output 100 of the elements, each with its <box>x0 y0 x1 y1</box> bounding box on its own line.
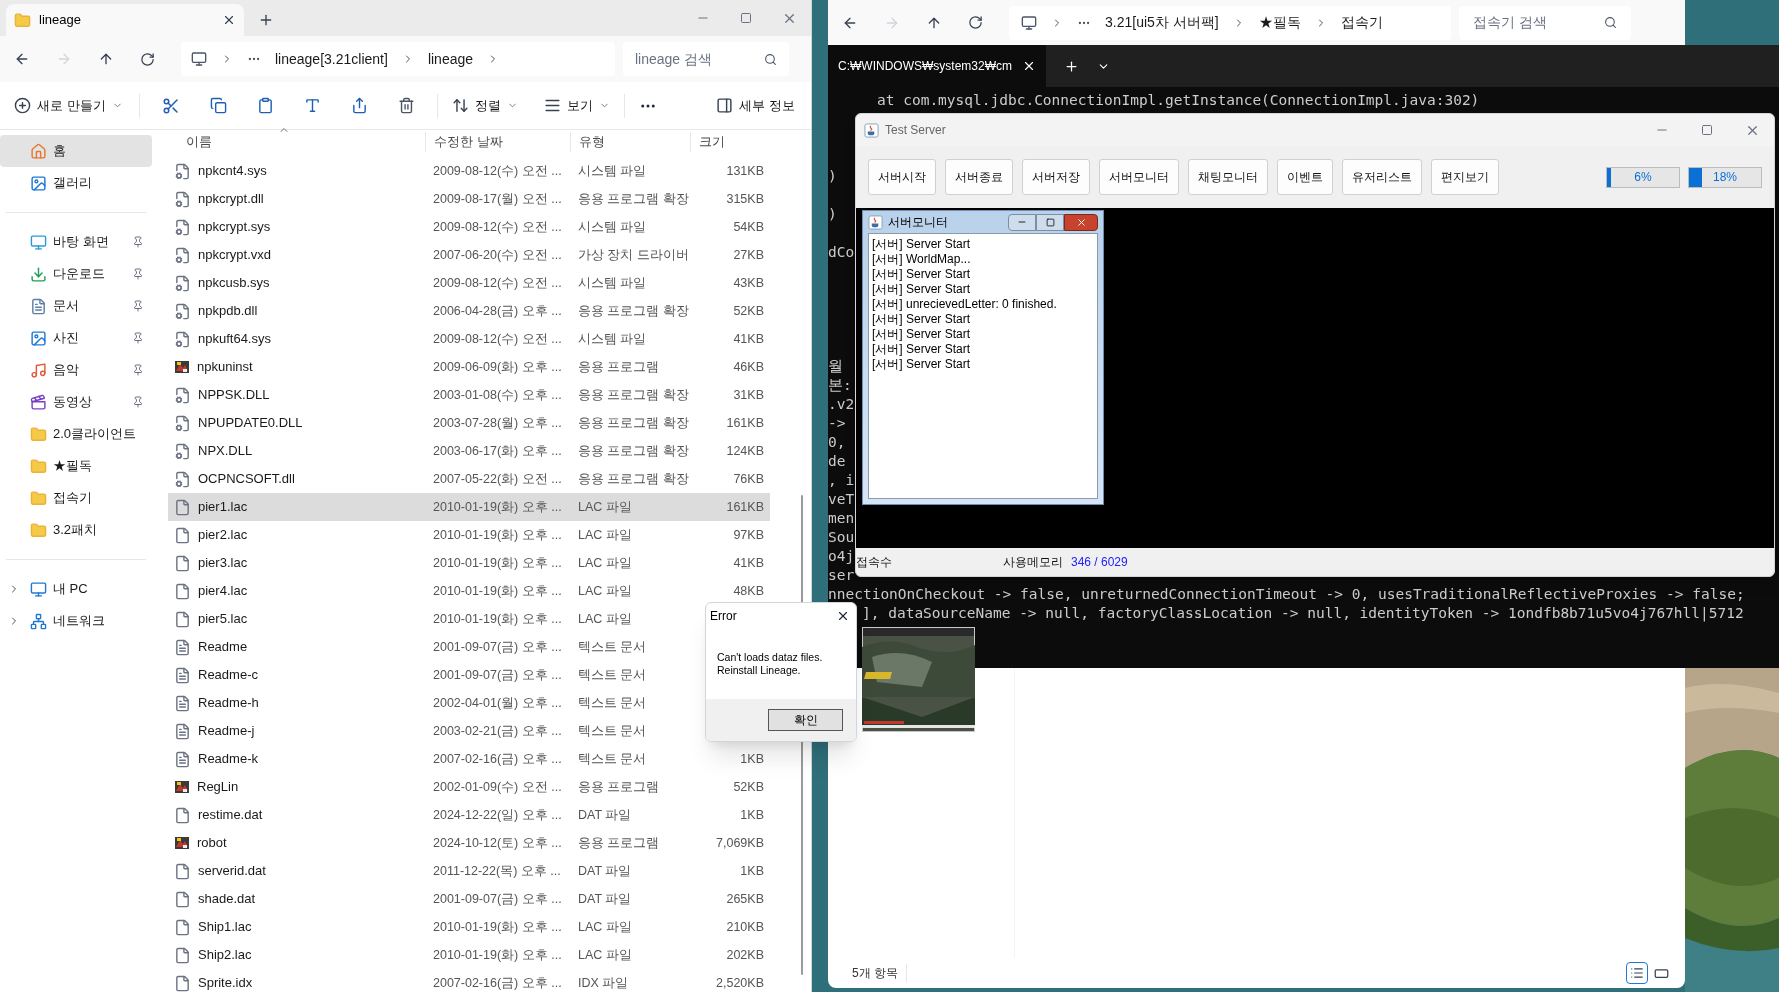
breadcrumb[interactable]: 접속기 <box>1340 12 1383 33</box>
details-button[interactable]: 세부 정보 <box>716 95 795 116</box>
file-size: 52KB <box>733 302 764 320</box>
search-field[interactable]: 접속기 검색 <box>1459 5 1631 40</box>
sidebar-item[interactable]: 접속기 <box>0 482 152 514</box>
file-row[interactable]: serverid.dat 2011-12-22(목) 오후 ... DAT 파일 <box>168 857 690 885</box>
column-header[interactable]: 수정한 날짜 <box>425 132 570 152</box>
view-button[interactable]: 보기 <box>543 95 610 116</box>
file-row[interactable]: npkpdb.dll 2006-04-28(금) 오후 ... 응용 프로그램 확장 <box>168 297 690 325</box>
server-button[interactable]: 유저리스트 <box>1342 159 1422 195</box>
file-row[interactable]: pier2.lac 2010-01-19(화) 오후 ... LAC 파일 <box>168 521 690 549</box>
close-icon[interactable] <box>1022 59 1036 73</box>
column-header[interactable]: 유형 <box>570 132 690 152</box>
sidebar-item[interactable]: 2.0클라이언트 <box>0 418 152 450</box>
sidebar-item[interactable]: 갤러리 <box>0 167 152 199</box>
file-date: 2006-04-28(금) 오후 ... <box>432 302 563 320</box>
new-tab-icon[interactable] <box>1064 58 1079 74</box>
ok-button[interactable]: 확인 <box>768 709 843 731</box>
file-row[interactable]: NPPSK.DLL 2003-01-08(수) 오후 ... 응용 프로그램 확장 <box>168 381 690 409</box>
file-row[interactable]: npkcrypt.dll 2009-08-17(월) 오전 ... 응용 프로그램 확장 <box>168 185 690 213</box>
file-row[interactable]: OCPNCSOFT.dll 2007-05-22(화) 오전 ... 응용 프로그램 확장 <box>168 465 690 493</box>
file-row[interactable]: pier5.lac 2010-01-19(화) 오후 ... LAC 파일 <box>168 605 690 633</box>
server-button[interactable]: 편지보기 <box>1431 159 1499 195</box>
maximize-icon[interactable] <box>1701 124 1713 136</box>
sidebar-item[interactable]: 바탕 화면 <box>0 226 152 258</box>
file-row[interactable]: npkcrypt.vxd 2007-06-20(수) 오전 ... 가상 장치 드라이버 <box>168 241 690 269</box>
computer-icon <box>1021 14 1037 31</box>
file-row[interactable]: npkuft64.sys 2009-08-12(수) 오전 ... 시스템 파일 <box>168 325 690 353</box>
file-row[interactable]: Readme-h 2002-04-01(월) 오후 ... 텍스트 문서 <box>168 689 690 717</box>
sidebar-item[interactable]: 음악 <box>0 354 152 386</box>
cut-icon[interactable] <box>161 96 180 115</box>
file-row[interactable]: NPX.DLL 2003-06-17(화) 오후 ... 응용 프로그램 확장 <box>168 437 690 465</box>
new-button[interactable]: 새로 만들기 <box>12 95 125 116</box>
sidebar-item[interactable]: 문서 <box>0 290 152 322</box>
file-row[interactable]: NPUPDATE0.DLL 2003-07-28(월) 오후 ... 응용 프로그램 확장 <box>168 409 690 437</box>
file-row[interactable]: npkcrypt.sys 2009-08-12(수) 오전 ... 시스템 파일 <box>168 213 690 241</box>
column-header[interactable]: 이름 <box>168 132 425 152</box>
breadcrumb[interactable]: lineage[3.21client] <box>275 48 388 70</box>
sidebar-item[interactable]: 다운로드 <box>0 258 152 290</box>
sidebar-item[interactable]: 홈 <box>0 135 152 167</box>
sidebar-item[interactable]: 네트워크 <box>0 605 152 637</box>
breadcrumb[interactable]: lineage <box>427 48 474 70</box>
sidebar-item[interactable]: 사진 <box>0 322 152 354</box>
server-button[interactable]: 서버종료 <box>945 159 1013 195</box>
close-icon[interactable] <box>836 609 850 623</box>
sort-button[interactable]: 정렬 <box>451 95 518 116</box>
file-name: Readme <box>198 638 248 657</box>
refresh-icon[interactable] <box>140 51 155 67</box>
refresh-icon[interactable] <box>968 15 983 30</box>
file-row[interactable]: Readme 2001-09-07(금) 오후 ... 텍스트 문서 <box>168 633 690 661</box>
file-row[interactable]: Readme-k 2007-02-16(금) 오후 ... 텍스트 문서 <box>168 745 690 773</box>
file-row[interactable]: Ship2.lac 2010-01-19(화) 오후 ... LAC 파일 <box>168 941 690 969</box>
file-row[interactable]: pier1.lac 2010-01-19(화) 오후 ... LAC 파일 <box>168 493 690 521</box>
column-header[interactable]: 크기 <box>690 132 770 152</box>
trash-icon[interactable] <box>397 97 415 114</box>
explorer-tab[interactable]: lineage <box>6 4 244 36</box>
maximize-icon[interactable] <box>740 12 752 24</box>
sidebar-item[interactable]: 동영상 <box>0 386 152 418</box>
minimize-button[interactable] <box>1008 213 1036 231</box>
terminal-tab[interactable]: C:₩WINDOWS₩system32₩cm <box>828 45 1046 87</box>
back-icon[interactable] <box>14 51 30 67</box>
server-button[interactable]: 서버저장 <box>1022 159 1090 195</box>
file-row[interactable]: shade.dat 2001-09-07(금) 오후 ... DAT 파일 <box>168 885 690 913</box>
file-row[interactable]: npkuninst 2009-06-09(화) 오후 ... 응용 프로그램 <box>168 353 690 381</box>
server-button[interactable]: 채팅모니터 <box>1188 159 1268 195</box>
file-type: 응용 프로그램 확장 <box>577 470 690 488</box>
file-row[interactable]: npkcnt4.sys 2009-08-12(수) 오전 ... 시스템 파일 <box>168 157 690 185</box>
address-bar[interactable]: lineage[3.21client] lineage <box>181 42 615 76</box>
search-field[interactable]: lineage 검색 <box>623 42 789 76</box>
breadcrumb[interactable]: ★필독 <box>1258 12 1301 33</box>
breadcrumb[interactable]: 3.21[ui5차 서버팩] <box>1105 12 1219 33</box>
server-button[interactable]: 서버모니터 <box>1099 159 1179 195</box>
sidebar-item[interactable]: ★필독 <box>0 450 152 482</box>
file-row[interactable]: RegLin 2002-01-09(수) 오전 ... 응용 프로그램 <box>168 773 690 801</box>
sidebar-item[interactable]: 3.2패치 <box>0 514 152 546</box>
details-view-toggle[interactable] <box>1626 962 1648 984</box>
close-icon[interactable] <box>222 13 236 27</box>
up-icon[interactable] <box>98 51 114 67</box>
paste-icon[interactable] <box>256 97 274 114</box>
address-bar[interactable]: 3.21[ui5차 서버팩] ★필독 접속기 <box>1009 5 1451 40</box>
file-size: 48KB <box>733 582 764 600</box>
share-icon[interactable] <box>350 97 368 114</box>
rename-icon[interactable] <box>303 97 321 114</box>
close-button[interactable] <box>1064 213 1098 231</box>
file-row[interactable]: npkcusb.sys 2009-08-12(수) 오전 ... 시스템 파일 <box>168 269 690 297</box>
file-row[interactable]: Readme-c 2001-09-07(금) 오후 ... 텍스트 문서 <box>168 661 690 689</box>
file-row[interactable]: restime.dat 2024-12-22(일) 오후 ... DAT 파일 <box>168 801 690 829</box>
sidebar-item[interactable]: 내 PC <box>0 573 152 605</box>
file-row[interactable]: Ship1.lac 2010-01-19(화) 오후 ... LAC 파일 <box>168 913 690 941</box>
maximize-button[interactable] <box>1036 213 1064 231</box>
file-name: npkcrypt.sys <box>198 218 271 237</box>
copy-icon[interactable] <box>209 97 227 114</box>
file-row[interactable]: Sprite.idx 2007-02-16(금) 오후 ... IDX 파일 <box>168 969 690 992</box>
server-button[interactable]: 서버시작 <box>868 159 936 195</box>
file-row[interactable]: pier4.lac 2010-01-19(화) 오후 ... LAC 파일 <box>168 577 690 605</box>
file-row[interactable]: robot 2024-10-12(토) 오후 ... 응용 프로그램 <box>168 829 690 857</box>
server-button[interactable]: 이벤트 <box>1277 159 1333 195</box>
log-line: [서버] Server Start <box>872 327 972 342</box>
file-row[interactable]: pier3.lac 2010-01-19(화) 오후 ... LAC 파일 <box>168 549 690 577</box>
file-row[interactable]: Readme-j 2003-02-21(금) 오후 ... 텍스트 문서 <box>168 717 690 745</box>
